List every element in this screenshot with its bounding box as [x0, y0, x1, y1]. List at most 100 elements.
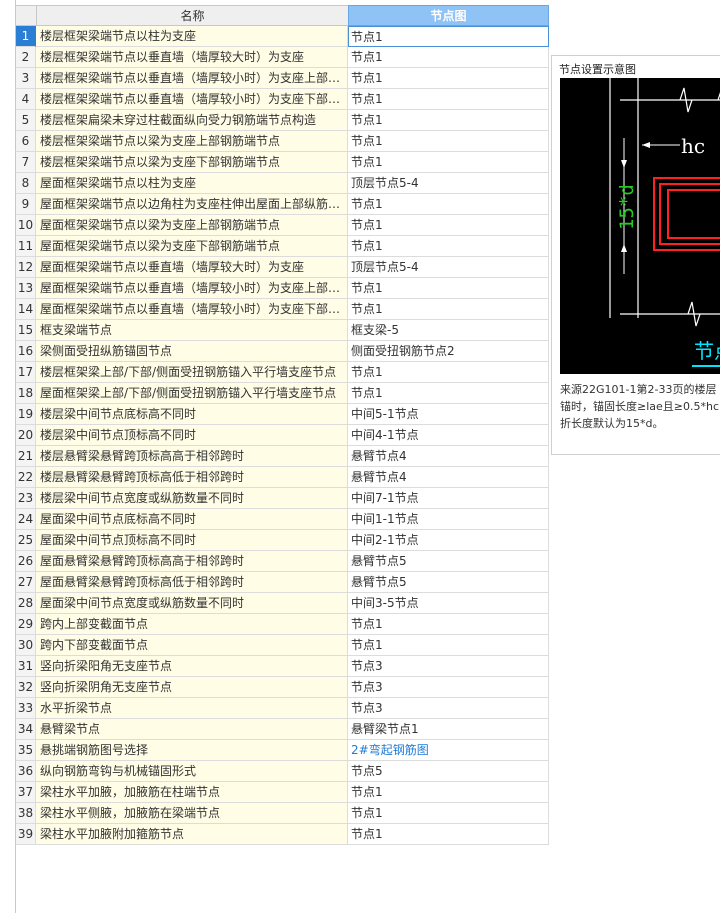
row-node-select[interactable]: 节点1	[348, 362, 549, 383]
row-index[interactable]: 6	[15, 131, 36, 152]
row-node-select[interactable]: 中间5-1节点	[348, 404, 549, 425]
table-row[interactable]: 36 纵向钢筋弯钩与机械锚固形式 节点5	[15, 761, 549, 782]
row-node-select[interactable]: 节点1	[348, 68, 549, 89]
row-node-select[interactable]: 悬臂梁节点1	[348, 719, 549, 740]
row-node-select[interactable]: 框支梁-5	[348, 320, 549, 341]
row-index[interactable]: 2	[15, 47, 36, 68]
table-row[interactable]: 1 楼层框架梁端节点以柱为支座 节点1	[15, 26, 549, 47]
table-row[interactable]: 34 悬臂梁节点 悬臂梁节点1	[15, 719, 549, 740]
row-node-select[interactable]: 节点3	[348, 677, 549, 698]
table-row[interactable]: 8 屋面框架梁端节点以柱为支座 顶层节点5-4	[15, 173, 549, 194]
row-index[interactable]: 7	[15, 152, 36, 173]
table-row[interactable]: 19 楼层梁中间节点底标高不同时 中间5-1节点	[15, 404, 549, 425]
table-row[interactable]: 4 楼层框架梁端节点以垂直墙（墙厚较小时）为支座下部… 节点1	[15, 89, 549, 110]
table-row[interactable]: 25 屋面梁中间节点顶标高不同时 中间2-1节点	[15, 530, 549, 551]
row-index[interactable]: 36	[15, 761, 36, 782]
row-node-select[interactable]: 顶层节点5-4	[348, 173, 549, 194]
table-row[interactable]: 15 框支梁端节点 框支梁-5	[15, 320, 549, 341]
header-name[interactable]: 名称	[36, 5, 348, 26]
row-index[interactable]: 4	[15, 89, 36, 110]
table-row[interactable]: 16 梁侧面受扭纵筋锚固节点 侧面受扭钢筋节点2	[15, 341, 549, 362]
row-node-select[interactable]: 节点1	[348, 782, 549, 803]
row-index[interactable]: 26	[15, 551, 36, 572]
row-index[interactable]: 19	[15, 404, 36, 425]
table-row[interactable]: 31 竖向折梁阳角无支座节点 节点3	[15, 656, 549, 677]
row-node-select[interactable]: 中间3-5节点	[348, 593, 549, 614]
row-index[interactable]: 35	[15, 740, 36, 761]
table-row[interactable]: 17 楼层框架梁上部/下部/侧面受扭钢筋锚入平行墙支座节点 节点1	[15, 362, 549, 383]
table-row[interactable]: 22 楼层悬臂梁悬臂跨顶标高低于相邻跨时 悬臂节点4	[15, 467, 549, 488]
table-row[interactable]: 11 屋面框架梁端节点以梁为支座下部钢筋端节点 节点1	[15, 236, 549, 257]
table-row[interactable]: 37 梁柱水平加腋，加腋筋在柱端节点 节点1	[15, 782, 549, 803]
row-node-select[interactable]: 节点1	[348, 803, 549, 824]
row-node-select[interactable]: 节点1	[348, 635, 549, 656]
row-index[interactable]: 27	[15, 572, 36, 593]
row-node-select[interactable]: 节点1	[348, 215, 549, 236]
table-row[interactable]: 33 水平折梁节点 节点3	[15, 698, 549, 719]
row-node-select[interactable]: 节点1	[348, 299, 549, 320]
row-index[interactable]: 14	[15, 299, 36, 320]
row-node-select[interactable]: 悬臂节点4	[348, 467, 549, 488]
row-index[interactable]: 17	[15, 362, 36, 383]
table-row[interactable]: 2 楼层框架梁端节点以垂直墙（墙厚较大时）为支座 节点1	[15, 47, 549, 68]
table-row[interactable]: 24 屋面梁中间节点底标高不同时 中间1-1节点	[15, 509, 549, 530]
row-index[interactable]: 34	[15, 719, 36, 740]
table-row[interactable]: 14 屋面框架梁端节点以垂直墙（墙厚较小时）为支座下部… 节点1	[15, 299, 549, 320]
row-node-select[interactable]: 顶层节点5-4	[348, 257, 549, 278]
row-node-select[interactable]: 节点1	[348, 110, 549, 131]
row-index[interactable]: 37	[15, 782, 36, 803]
row-index[interactable]: 20	[15, 425, 36, 446]
row-index[interactable]: 39	[15, 824, 36, 845]
row-node-select[interactable]: 节点1	[348, 824, 549, 845]
row-index[interactable]: 8	[15, 173, 36, 194]
row-node-select[interactable]: 中间1-1节点	[348, 509, 549, 530]
row-node-select[interactable]: 节点3	[348, 698, 549, 719]
header-node-diagram[interactable]: 节点图	[348, 5, 549, 26]
table-row[interactable]: 9 屋面框架梁端节点以边角柱为支座柱伸出屋面上部纵筋… 节点1	[15, 194, 549, 215]
table-row[interactable]: 10 屋面框架梁端节点以梁为支座上部钢筋端节点 节点1	[15, 215, 549, 236]
table-row[interactable]: 30 跨内下部变截面节点 节点1	[15, 635, 549, 656]
row-node-select[interactable]: 节点1	[348, 26, 549, 47]
row-node-select[interactable]: 节点1	[348, 131, 549, 152]
row-index[interactable]: 9	[15, 194, 36, 215]
row-node-select[interactable]: 节点1	[348, 614, 549, 635]
row-node-select[interactable]: 中间2-1节点	[348, 530, 549, 551]
table-row[interactable]: 13 屋面框架梁端节点以垂直墙（墙厚较小时）为支座上部… 节点1	[15, 278, 549, 299]
table-row[interactable]: 21 楼层悬臂梁悬臂跨顶标高高于相邻跨时 悬臂节点4	[15, 446, 549, 467]
row-index[interactable]: 1	[15, 26, 36, 47]
table-row[interactable]: 18 屋面框架梁上部/下部/侧面受扭钢筋锚入平行墙支座节点 节点1	[15, 383, 549, 404]
row-index[interactable]: 22	[15, 467, 36, 488]
table-row[interactable]: 7 楼层框架梁端节点以梁为支座下部钢筋端节点 节点1	[15, 152, 549, 173]
row-index[interactable]: 18	[15, 383, 36, 404]
row-node-select[interactable]: 侧面受扭钢筋节点2	[348, 341, 549, 362]
table-row[interactable]: 3 楼层框架梁端节点以垂直墙（墙厚较小时）为支座上部… 节点1	[15, 68, 549, 89]
table-row[interactable]: 29 跨内上部变截面节点 节点1	[15, 614, 549, 635]
row-node-select[interactable]: 节点1	[348, 278, 549, 299]
row-index[interactable]: 28	[15, 593, 36, 614]
table-row[interactable]: 32 竖向折梁阴角无支座节点 节点3	[15, 677, 549, 698]
table-row[interactable]: 28 屋面梁中间节点宽度或纵筋数量不同时 中间3-5节点	[15, 593, 549, 614]
row-index[interactable]: 23	[15, 488, 36, 509]
row-index[interactable]: 10	[15, 215, 36, 236]
row-node-select[interactable]: 中间4-1节点	[348, 425, 549, 446]
row-index[interactable]: 21	[15, 446, 36, 467]
row-index[interactable]: 5	[15, 110, 36, 131]
row-node-select[interactable]: 节点1	[348, 47, 549, 68]
row-node-select[interactable]: 节点1	[348, 152, 549, 173]
table-row[interactable]: 35 悬挑端钢筋图号选择 2#弯起钢筋图	[15, 740, 549, 761]
table-row[interactable]: 20 楼层梁中间节点顶标高不同时 中间4-1节点	[15, 425, 549, 446]
row-node-select[interactable]: 中间7-1节点	[348, 488, 549, 509]
row-node-select[interactable]: 节点1	[348, 89, 549, 110]
row-node-select[interactable]: 悬臂节点5	[348, 572, 549, 593]
table-row[interactable]: 27 屋面悬臂梁悬臂跨顶标高低于相邻跨时 悬臂节点5	[15, 572, 549, 593]
table-row[interactable]: 6 楼层框架梁端节点以梁为支座上部钢筋端节点 节点1	[15, 131, 549, 152]
row-index[interactable]: 24	[15, 509, 36, 530]
table-row[interactable]: 39 梁柱水平加腋附加箍筋节点 节点1	[15, 824, 549, 845]
row-index[interactable]: 29	[15, 614, 36, 635]
row-node-select[interactable]: 节点1	[348, 236, 549, 257]
row-index[interactable]: 38	[15, 803, 36, 824]
row-node-select[interactable]: 悬臂节点5	[348, 551, 549, 572]
table-row[interactable]: 38 梁柱水平侧腋，加腋筋在梁端节点 节点1	[15, 803, 549, 824]
row-index[interactable]: 30	[15, 635, 36, 656]
row-index[interactable]: 16	[15, 341, 36, 362]
